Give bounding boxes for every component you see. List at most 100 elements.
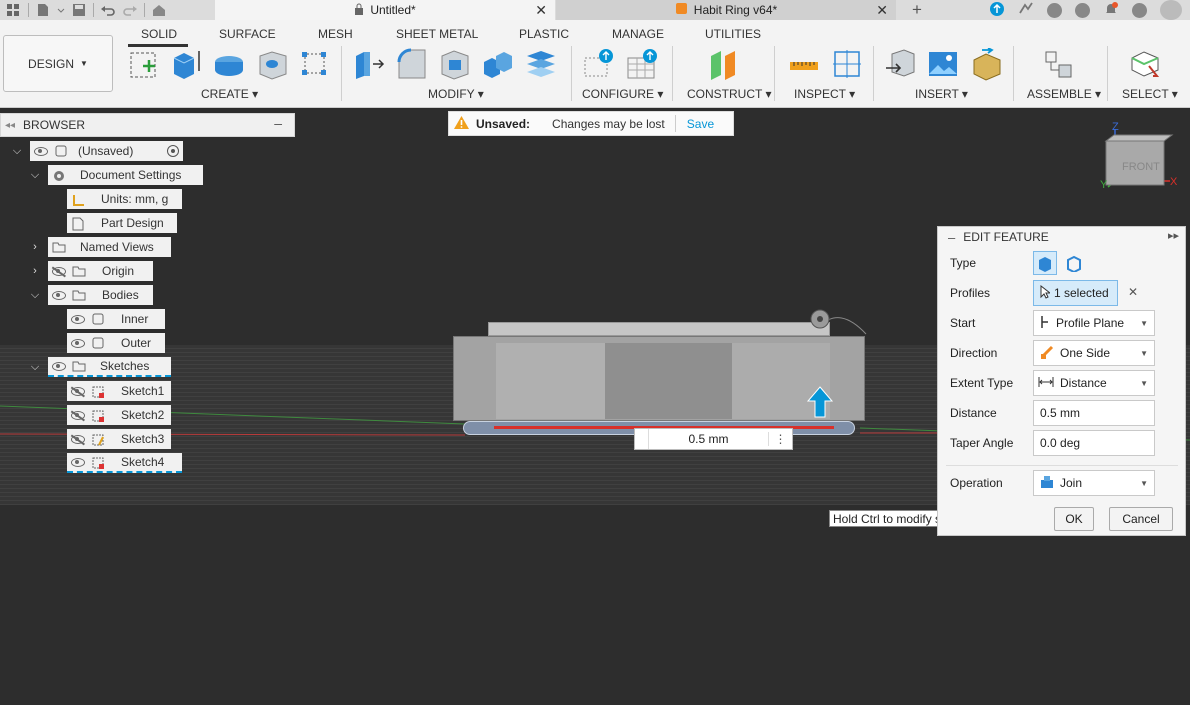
- extrude-icon[interactable]: [170, 48, 203, 81]
- configure-icon[interactable]: [583, 48, 616, 81]
- chevron-right-icon[interactable]: ›: [28, 265, 42, 277]
- offset-plane-icon[interactable]: [707, 48, 740, 81]
- configuration-table-icon[interactable]: [626, 48, 659, 81]
- tree-item-units[interactable]: Units: mm, g: [67, 189, 182, 209]
- expand-icon[interactable]: ▸▸: [1168, 229, 1179, 242]
- notification-icon[interactable]: [1103, 1, 1119, 20]
- visibility-off-icon[interactable]: [71, 410, 85, 420]
- redo-icon[interactable]: [122, 3, 138, 17]
- tree-item-document-settings[interactable]: ⌵ Document Settings: [28, 165, 203, 185]
- cancel-button[interactable]: Cancel: [1109, 507, 1173, 531]
- tree-item-root[interactable]: ⌵ (Unsaved): [10, 141, 183, 161]
- new-component-icon[interactable]: [1043, 48, 1076, 81]
- file-icon[interactable]: [35, 3, 51, 17]
- clear-selection-icon[interactable]: ✕: [1128, 285, 1138, 299]
- shell-icon[interactable]: [439, 48, 472, 81]
- tree-item-outer[interactable]: Outer: [67, 333, 165, 353]
- group-modify[interactable]: MODIFY ▾: [428, 87, 484, 101]
- save-icon[interactable]: [71, 3, 87, 17]
- chevron-down-icon[interactable]: ⌵: [28, 169, 42, 182]
- offset-face-icon[interactable]: [525, 48, 558, 81]
- avatar[interactable]: [1160, 0, 1182, 20]
- distance-value[interactable]: 0.5 mm: [649, 432, 768, 446]
- operation-dropdown[interactable]: Join ▼: [1033, 470, 1155, 496]
- tab-manage[interactable]: MANAGE: [612, 27, 664, 41]
- visibility-icon[interactable]: [34, 146, 48, 156]
- model-body[interactable]: [453, 336, 865, 421]
- taper-angle-field[interactable]: 0.0 deg: [1033, 430, 1155, 456]
- visibility-icon[interactable]: [71, 338, 85, 348]
- minimize-icon[interactable]: –: [274, 115, 282, 131]
- visibility-off-icon[interactable]: [71, 434, 85, 444]
- hole-icon[interactable]: [256, 48, 289, 81]
- tree-item-sketch3[interactable]: Sketch3: [67, 429, 171, 449]
- collapse-icon[interactable]: –: [948, 230, 955, 245]
- more-options-icon[interactable]: ⋮: [768, 432, 792, 446]
- chevron-down-icon[interactable]: [57, 3, 65, 17]
- chevron-down-icon[interactable]: ⌵: [28, 289, 42, 302]
- ok-button[interactable]: OK: [1054, 507, 1094, 531]
- section-analysis-icon[interactable]: [831, 48, 864, 81]
- canvas-viewport[interactable]: ◂◂ BROWSER – ⌵ (Unsaved) ⌵ Document Sett…: [0, 109, 1190, 705]
- start-dropdown[interactable]: Profile Plane ▼: [1033, 310, 1155, 336]
- press-pull-icon[interactable]: [353, 48, 386, 81]
- online-icon[interactable]: [989, 1, 1005, 20]
- tree-item-origin[interactable]: › Origin: [28, 261, 153, 281]
- tab-utilities[interactable]: UTILITIES: [705, 27, 761, 41]
- tree-item-inner[interactable]: Inner: [67, 309, 165, 329]
- insert-mesh-icon[interactable]: [970, 47, 1003, 81]
- group-select[interactable]: SELECT ▾: [1122, 87, 1178, 101]
- tab-solid[interactable]: SOLID: [141, 27, 177, 41]
- distance-input[interactable]: 0.5 mm ⋮: [634, 428, 793, 450]
- chevron-down-icon[interactable]: ⌵: [10, 145, 24, 158]
- view-cube-face-label[interactable]: FRONT: [1122, 161, 1160, 173]
- create-sketch-icon[interactable]: [127, 48, 160, 81]
- tab-surface[interactable]: SURFACE: [219, 27, 276, 41]
- distance-field[interactable]: 0.5 mm: [1033, 400, 1155, 426]
- home-icon[interactable]: [151, 3, 167, 17]
- tree-item-sketch1[interactable]: Sketch1: [67, 381, 171, 401]
- group-assemble[interactable]: ASSEMBLE ▾: [1027, 87, 1101, 101]
- new-tab-icon[interactable]: +: [912, 0, 922, 20]
- chevron-down-icon[interactable]: ⌵: [28, 361, 42, 374]
- undo-icon[interactable]: [100, 3, 116, 17]
- help-icon[interactable]: [1132, 2, 1147, 18]
- group-create[interactable]: CREATE ▾: [201, 87, 258, 101]
- extensions-icon[interactable]: [1018, 1, 1034, 20]
- tree-item-named-views[interactable]: › Named Views: [28, 237, 171, 257]
- extrude-thin-type-icon[interactable]: [1062, 251, 1086, 275]
- canvas-icon[interactable]: [927, 48, 960, 81]
- measure-icon[interactable]: [788, 48, 821, 81]
- insert-derive-icon[interactable]: [884, 48, 917, 81]
- tree-item-sketch2[interactable]: Sketch2: [67, 405, 171, 425]
- job-status-icon[interactable]: [1047, 2, 1062, 18]
- workspace-switcher-button[interactable]: DESIGN ▼: [3, 35, 113, 92]
- group-insert[interactable]: INSERT ▾: [915, 87, 968, 101]
- collapse-panel-icon[interactable]: ◂◂: [5, 120, 15, 131]
- fillet-icon[interactable]: [396, 48, 429, 81]
- direction-dropdown[interactable]: One Side ▼: [1033, 340, 1155, 366]
- extent-dropdown[interactable]: Distance ▼: [1033, 370, 1155, 396]
- clock-icon[interactable]: [1075, 2, 1090, 18]
- chevron-right-icon[interactable]: ›: [28, 241, 42, 253]
- extrude-body-type-icon[interactable]: [1033, 251, 1057, 275]
- visibility-off-icon[interactable]: [71, 386, 85, 396]
- tree-item-sketches[interactable]: ⌵ Sketches: [28, 357, 171, 377]
- visibility-icon[interactable]: [71, 314, 85, 324]
- revolve-icon[interactable]: [213, 48, 246, 81]
- close-icon[interactable]: ✕: [535, 2, 547, 19]
- profiles-selection-button[interactable]: 1 selected: [1033, 280, 1118, 306]
- pattern-icon[interactable]: [299, 48, 332, 81]
- tree-item-bodies[interactable]: ⌵ Bodies: [28, 285, 153, 305]
- grid-icon[interactable]: [6, 3, 22, 17]
- combine-icon[interactable]: [482, 48, 515, 81]
- view-cube[interactable]: Z X Y FRONT: [1098, 121, 1178, 201]
- tab-mesh[interactable]: MESH: [318, 27, 353, 41]
- tab-plastic[interactable]: PLASTIC: [519, 27, 569, 41]
- tab-untitled[interactable]: Untitled* ✕: [215, 0, 555, 20]
- extrude-arrow-icon[interactable]: [805, 385, 835, 428]
- select-icon[interactable]: [1129, 48, 1162, 81]
- drag-handle-icon[interactable]: [635, 429, 649, 449]
- tree-item-part-design[interactable]: Part Design: [67, 213, 177, 233]
- group-inspect[interactable]: INSPECT ▾: [794, 87, 855, 101]
